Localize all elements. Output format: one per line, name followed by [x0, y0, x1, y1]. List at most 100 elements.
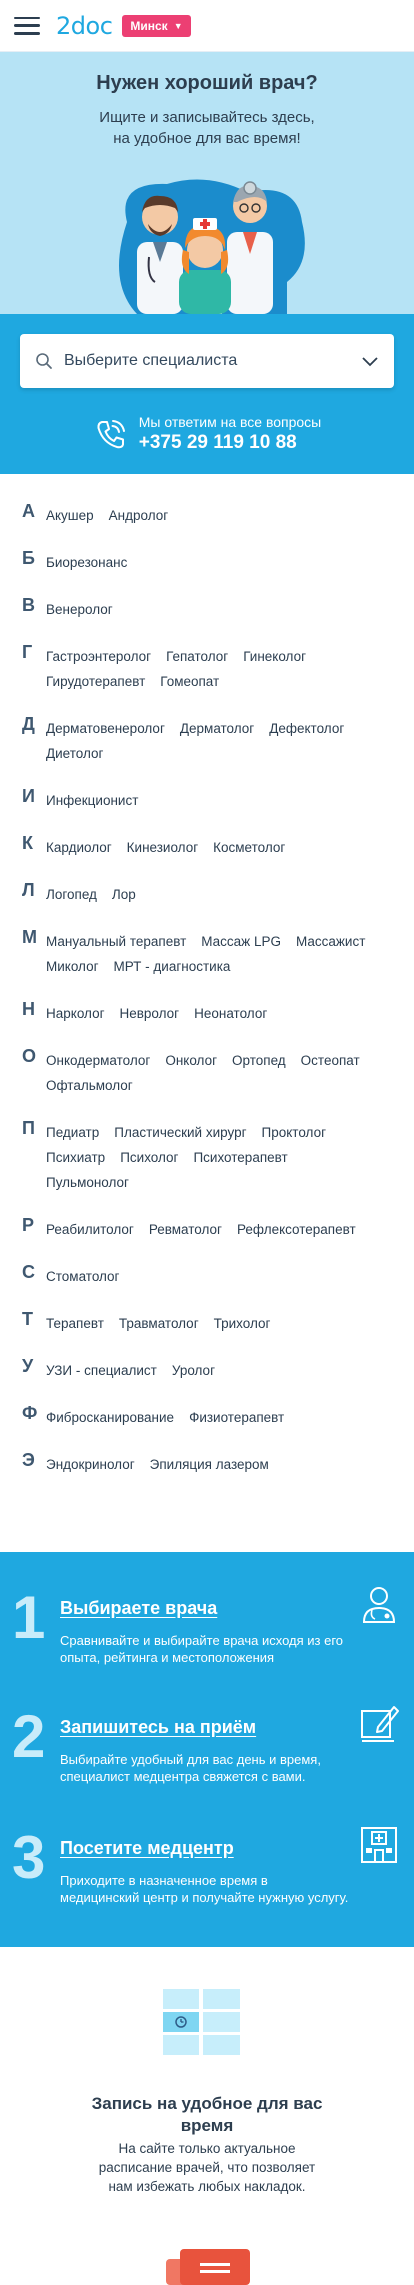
specialist-link[interactable]: Гирудотерапевт	[46, 669, 145, 694]
phone-block[interactable]: Мы ответим на все вопросы +375 29 119 10…	[20, 414, 394, 454]
feature-text-line: расписание врачей, что позволяет	[98, 2160, 316, 2175]
specialist-link[interactable]: Невролог	[120, 1001, 180, 1026]
specialist-link[interactable]: Лор	[112, 882, 136, 907]
specialist-link[interactable]: Кардиолог	[46, 835, 112, 860]
specialist-link[interactable]: Фиброскан­ирование	[46, 1405, 174, 1430]
specialist-link[interactable]: Травматолог	[119, 1311, 199, 1336]
logo[interactable]: 2doc	[56, 12, 113, 40]
letter-heading: Б	[22, 548, 35, 568]
hero-title: Нужен хороший врач?	[96, 72, 318, 94]
specialist-links: Инфекционист	[46, 785, 392, 813]
specialist-link[interactable]: Терапевт	[46, 1311, 104, 1336]
specialist-link[interactable]: УЗИ - специалист	[46, 1358, 157, 1383]
specialist-link[interactable]: Инфекционист	[46, 788, 138, 813]
specialist-link[interactable]: Педиатр	[46, 1120, 99, 1145]
specialist-link[interactable]: Стоматолог	[46, 1264, 120, 1289]
feature-section: Запись на удобное для вас время На сайте…	[0, 1947, 414, 2285]
step-title[interactable]: Запишитесь на приём	[60, 1717, 256, 1738]
specialist-link[interactable]: Массаж LPG	[201, 929, 281, 954]
chevron-down-icon	[362, 357, 378, 367]
specialist-link[interactable]: Массажист	[296, 929, 365, 954]
letter-heading: К	[22, 833, 33, 853]
specialist-link[interactable]: Психиатр	[46, 1145, 105, 1170]
specialist-link[interactable]: Психолог	[120, 1145, 178, 1170]
specialist-links: Нарколог Невролог Неонатолог	[46, 998, 392, 1026]
specialist-links: Венеролог	[46, 594, 392, 622]
specialist-link[interactable]: Эндокринолог	[46, 1452, 135, 1477]
specialist-link[interactable]: Кинезиолог	[127, 835, 198, 860]
specialist-link[interactable]: Миколог	[46, 954, 99, 979]
specialist-link[interactable]: Венеролог	[46, 597, 113, 622]
specialist-link[interactable]: Офтальмолог	[46, 1073, 133, 1098]
specialist-link[interactable]: Дефектолог	[269, 716, 344, 741]
specialist-link[interactable]: Дерматолог	[180, 716, 254, 741]
specialist-link[interactable]: Гастроэнтеролог	[46, 644, 151, 669]
hero: Нужен хороший врач? Ищите и записывайтес…	[0, 52, 414, 314]
specialist-link[interactable]: Акушер	[46, 503, 94, 528]
feature-title: Запись на удобное для вас время	[0, 2093, 414, 2137]
city-selector[interactable]: Минск ▼	[122, 14, 191, 37]
step-text: Сравнивайте и выбирайте врача исходя из …	[60, 1633, 344, 1665]
letter-group: С Стоматолог	[22, 1261, 392, 1289]
specialist-link[interactable]: Уролог	[172, 1358, 215, 1383]
letter-group: П Педиатр Пластический хирург Проктолог Псих…	[22, 1117, 392, 1195]
step-title[interactable]: Выбираете врача	[60, 1598, 217, 1619]
feature-text: На сайте только актуальное расписание вр…	[0, 2139, 414, 2196]
specialist-link[interactable]: Онкодерматолог	[46, 1048, 150, 1073]
letter-heading: В	[22, 595, 35, 615]
specialist-link[interactable]: Нарколог	[46, 1001, 105, 1026]
letter-heading: С	[22, 1262, 35, 1282]
specialist-link[interactable]: Психотерапевт	[193, 1145, 287, 1170]
specialist-link[interactable]: Биорезонанс	[46, 550, 127, 575]
chat-icon	[166, 2249, 250, 2285]
letter-heading: А	[22, 501, 35, 521]
specialist-link[interactable]: Ортопед	[232, 1048, 286, 1073]
specialist-link[interactable]: Дерматовенеролог	[46, 716, 165, 741]
letter-group: М Мануальный терапевт Массаж LPG Массажист М…	[22, 926, 392, 979]
specialist-link[interactable]: Реабилитолог	[46, 1217, 134, 1242]
phone-icon	[97, 420, 125, 449]
specialist-links: Гастроэнтеролог Гепатолог Гинеколог Гирудот…	[46, 641, 392, 694]
specialist-link[interactable]: Эпиляция лазером	[150, 1452, 269, 1477]
menu-icon[interactable]	[14, 16, 40, 35]
specialist-link[interactable]: Физиотерапевт	[189, 1405, 284, 1430]
specialist-link[interactable]: Неонатолог	[194, 1001, 267, 1026]
specialist-link[interactable]: Гепатолог	[166, 644, 228, 669]
doctor-icon	[362, 1587, 396, 1623]
specialist-links: Фиброскан­ирование Физиотерапевт	[46, 1402, 392, 1430]
specialist-link[interactable]: Проктолог	[262, 1120, 326, 1145]
specialist-link[interactable]: Трихолог	[214, 1311, 271, 1336]
letter-heading: Т	[22, 1309, 33, 1329]
specialist-link[interactable]: Мануальный терапевт	[46, 929, 186, 954]
specialist-link[interactable]: МРТ - диагностика	[114, 954, 231, 979]
letter-group: Р Реабилитолог Ревматолог Рефлексотерапевт	[22, 1214, 392, 1242]
specialist-link[interactable]: Косметолог	[213, 835, 285, 860]
hero-subtitle-line: Ищите и записывайтесь здесь,	[99, 109, 315, 126]
step-title[interactable]: Посетите медцентр	[60, 1838, 234, 1859]
letter-heading: О	[22, 1046, 37, 1066]
specialist-links: Онкодерматолог Онколог Ортопед Остеопат Офта…	[46, 1045, 392, 1098]
specialist-select[interactable]: Выберите специалиста	[20, 334, 394, 388]
letter-heading: Ф	[22, 1403, 38, 1423]
specialist-link[interactable]: Андролог	[109, 503, 169, 528]
search-section: Выберите специалиста Мы ответим на все в…	[0, 314, 414, 474]
specialist-link[interactable]: Гомеопат	[160, 669, 219, 694]
specialist-links: Стоматолог	[46, 1261, 392, 1289]
letter-heading: И	[22, 786, 35, 806]
specialist-link[interactable]: Пластический хирург	[114, 1120, 246, 1145]
phone-number[interactable]: +375 29 119 10 88	[139, 432, 322, 454]
specialist-link[interactable]: Логопед	[46, 882, 97, 907]
specialist-link[interactable]: Диетолог	[46, 741, 103, 766]
specialist-links: Педиатр Пластический хирург Проктолог Психи…	[46, 1117, 392, 1195]
specialist-link[interactable]: Остеопат	[301, 1048, 360, 1073]
feature-title-line: время	[180, 2116, 234, 2135]
specialist-link[interactable]: Рефлексотерапевт	[237, 1217, 356, 1242]
specialist-link[interactable]: Пульмонолог	[46, 1170, 129, 1195]
step-number: 1	[12, 1584, 46, 1651]
specialist-link[interactable]: Гинеколог	[243, 644, 306, 669]
specialist-link[interactable]: Ревматолог	[149, 1217, 222, 1242]
caret-down-icon: ▼	[173, 20, 183, 31]
specialist-link[interactable]: Онколог	[165, 1048, 217, 1073]
letter-group: Ф Фиброскан­ирование Физиотерапевт	[22, 1402, 392, 1430]
letter-heading: М	[22, 927, 37, 947]
